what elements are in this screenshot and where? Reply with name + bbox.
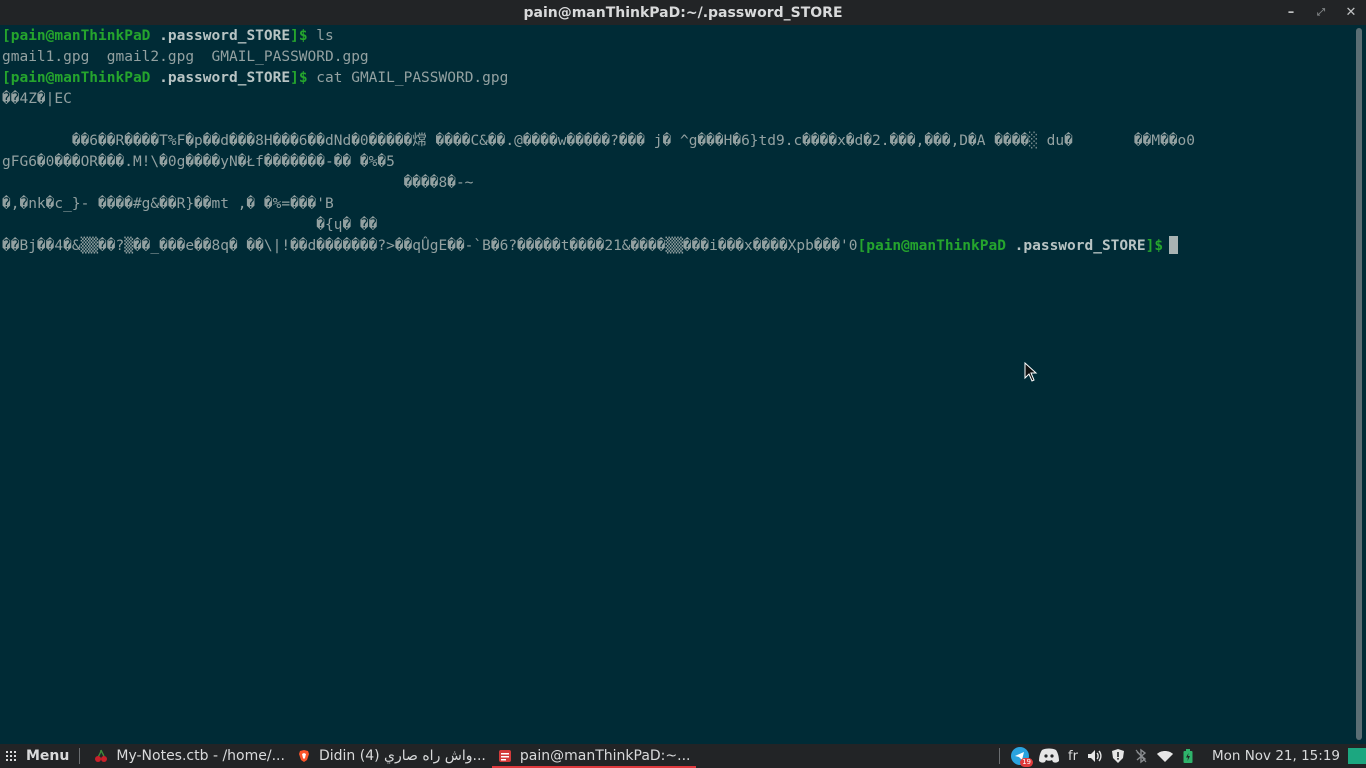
discord-icon [1039, 748, 1060, 763]
task-cherrytree[interactable]: My-Notes.ctb - /home/... [88, 744, 291, 768]
tray-battery[interactable] [1182, 744, 1194, 768]
tray-separator [999, 748, 1001, 764]
task-label: pain@manThinkPaD:~... [519, 748, 691, 764]
terminal-scrollbar[interactable] [1356, 28, 1362, 740]
tray-volume[interactable] [1086, 744, 1102, 768]
menu-label: Menu [26, 748, 70, 764]
maximize-icon: ⤢ [1317, 7, 1325, 18]
prompt-end: ]$ [290, 70, 308, 86]
command-text: ls [307, 28, 334, 44]
prompt-user: [pain@manThinkPaD [2, 70, 151, 86]
task-brave[interactable]: Didin واش راه صاري (4)... [291, 744, 492, 768]
tray-telegram[interactable]: 19 [1010, 744, 1034, 768]
close-icon: ✕ [1345, 5, 1357, 20]
taskbar: Menu My-Notes.ctb - /home/... Didin واش … [0, 744, 1366, 768]
task-terminal[interactable]: pain@manThinkPaD:~... [491, 744, 697, 768]
volume-icon [1087, 750, 1102, 762]
prompt-user: [pain@manThinkPaD [2, 28, 151, 44]
window-controls: – ⤢ ✕ [1276, 0, 1366, 25]
prompt-dir: .password_STORE [1014, 238, 1146, 254]
binary-output-line: �{ɥ� �� [2, 217, 378, 233]
tray-bluetooth[interactable] [1134, 744, 1148, 768]
task-label: Didin واش راه صاري (4)... [318, 748, 486, 764]
binary-output-line: ��Bj��4�&▒▒��?▒��_���e��8q� ��\|!��d����… [2, 238, 858, 254]
telegram-badge: 19 [1020, 758, 1034, 767]
shield-icon [1111, 749, 1124, 763]
clock[interactable]: Mon Nov 21, 15:19 [1212, 744, 1340, 768]
minimize-button[interactable]: – [1276, 0, 1306, 25]
binary-output-line: ��6��R����T%F�p��d���8H���6��dNd�0�����龦… [2, 133, 1196, 149]
bluetooth-icon [1135, 748, 1147, 764]
system-tray: 19 fr Mon Nov 21, 15:19 [999, 744, 1366, 768]
tray-discord[interactable] [1038, 744, 1060, 768]
terminal-icon [498, 750, 511, 762]
menu-grid-icon [6, 751, 16, 761]
prompt-end: ]$ [1145, 238, 1164, 254]
binary-output-line: �,�nk�c_}- ����#g&��R}��mt ,� �%=���'B [2, 196, 334, 212]
terminal-line-final: ��Bj��4�&▒▒��?▒��_���e��8q� ��\|!��d����… [2, 236, 1179, 257]
ls-output: gmail1.gpg gmail2.gpg GMAIL_PASSWORD.gpg [2, 49, 369, 65]
task-label: My-Notes.ctb - /home/... [116, 748, 285, 764]
terminal-area[interactable]: [pain@manThinkPaD .password_STORE]$ ls g… [0, 25, 1352, 744]
cherry-icon [95, 749, 108, 762]
binary-output-line: ��4Z�|EC [2, 91, 72, 107]
close-button[interactable]: ✕ [1336, 0, 1366, 25]
binary-output-line: gFG6�0���OR���.M!\�0g����yN�Łf�������-��… [2, 154, 395, 170]
menu-button[interactable]: Menu [0, 744, 79, 768]
wifi-icon [1156, 751, 1173, 762]
prompt-dir: .password_STORE [159, 28, 291, 44]
maximize-button[interactable]: ⤢ [1306, 0, 1336, 25]
prompt-user: [pain@manThinkPaD [857, 238, 1006, 254]
terminal-line-prompt-1: [pain@manThinkPaD .password_STORE]$ ls [2, 26, 334, 47]
binary-output-line: ����8�-~ [2, 175, 474, 191]
minimize-icon: – [1287, 5, 1295, 20]
tray-update[interactable] [1110, 744, 1126, 768]
command-text: cat GMAIL_PASSWORD.gpg [307, 70, 509, 86]
keyboard-layout[interactable]: fr [1068, 744, 1078, 768]
brave-icon [298, 750, 309, 762]
show-desktop-button[interactable] [1348, 748, 1366, 764]
prompt-dir: .password_STORE [159, 70, 291, 86]
prompt-end: ]$ [290, 28, 308, 44]
window-titlebar[interactable]: pain@manThinkPaD:~/.password_STORE – ⤢ ✕ [0, 0, 1366, 25]
terminal-line-prompt-2: [pain@manThinkPaD .password_STORE]$ cat … [2, 68, 508, 89]
mouse-pointer-icon [1024, 362, 1038, 382]
terminal-window: pain@manThinkPaD:~/.password_STORE – ⤢ ✕… [0, 0, 1366, 744]
tray-wifi[interactable] [1156, 744, 1174, 768]
text-cursor [1169, 236, 1179, 254]
battery-charging-icon [1183, 749, 1193, 763]
taskbar-separator [79, 748, 81, 764]
window-title: pain@manThinkPaD:~/.password_STORE [523, 4, 843, 21]
